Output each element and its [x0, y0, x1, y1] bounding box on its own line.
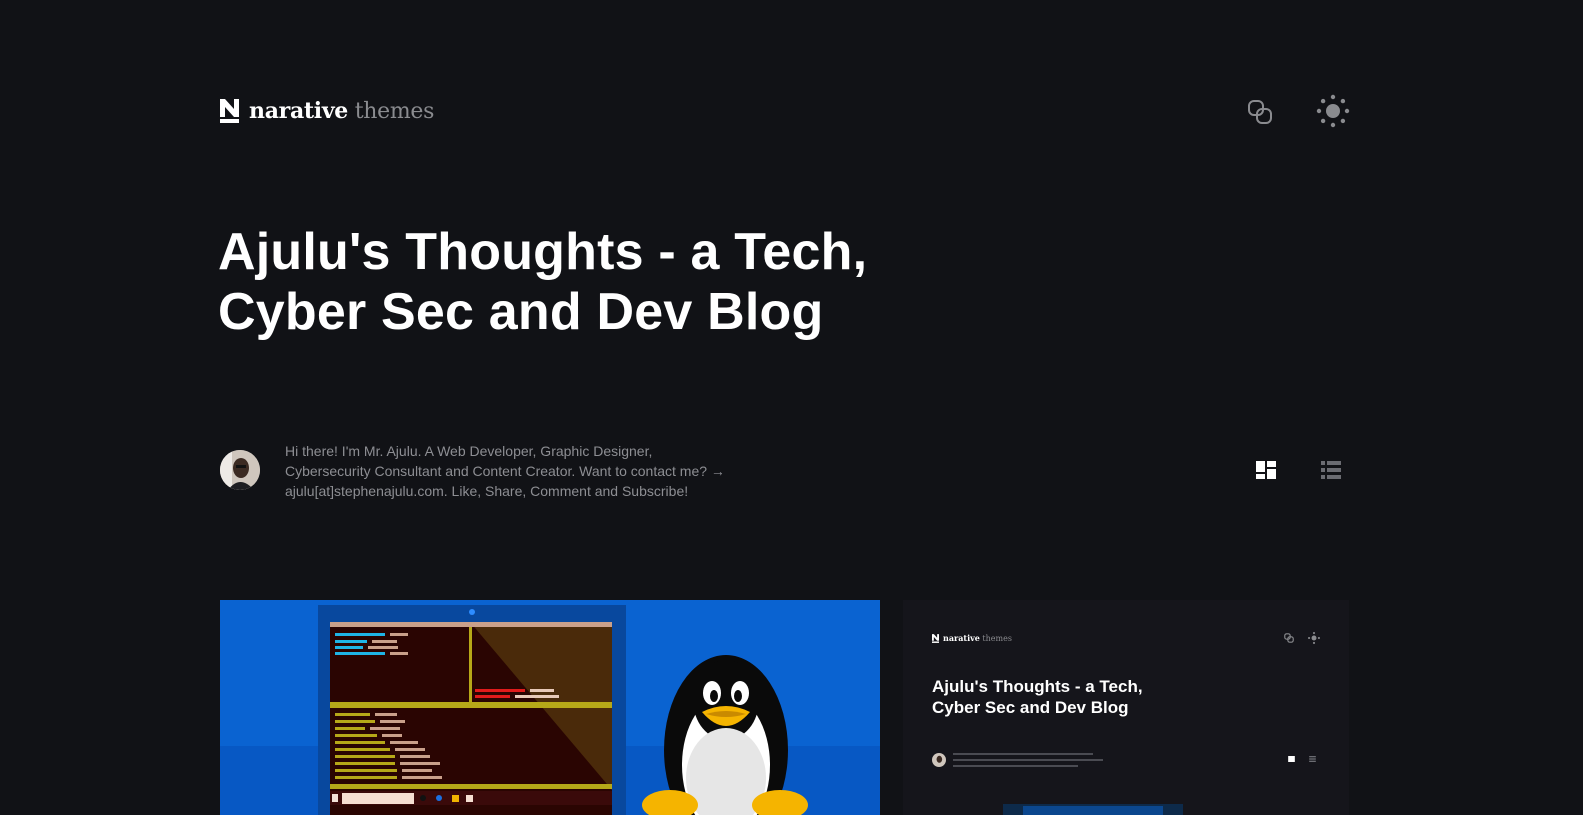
- link-icon: [1248, 100, 1272, 124]
- preview-bio-line: [953, 765, 1078, 767]
- theme-toggle-button[interactable]: [1313, 91, 1353, 131]
- grid-layout-icon: [1256, 461, 1276, 479]
- link-icon: [1284, 633, 1294, 643]
- narative-logo-icon: [220, 99, 239, 123]
- preview-logo-secondary: themes: [982, 634, 1012, 643]
- grid-layout-button[interactable]: [1254, 458, 1278, 482]
- page: narative themes Ajulu's Thoughts - a Tec…: [0, 0, 1583, 815]
- preview-title: Ajulu's Thoughts - a Tech, Cyber Sec and…: [932, 677, 1143, 717]
- logo-text: narative themes: [249, 98, 434, 124]
- preview-bio: [953, 753, 1103, 771]
- article-cover-image: [220, 600, 880, 815]
- copy-link-button[interactable]: [1240, 92, 1280, 132]
- preview-logo: narative themes: [932, 633, 1012, 643]
- preview-avatar: [932, 753, 946, 767]
- site-logo[interactable]: narative themes: [220, 96, 434, 126]
- narative-logo-icon: [932, 633, 939, 643]
- sun-icon: [1316, 94, 1350, 128]
- article-card[interactable]: narative themes Ajulu's Thoughts - a Tec…: [903, 600, 1349, 815]
- preview-logo-primary: narative: [943, 633, 980, 643]
- preview-bio-line: [953, 759, 1103, 761]
- sun-icon: [1308, 632, 1320, 644]
- logo-secondary-text: themes: [354, 99, 435, 124]
- preview-logo-text: narative themes: [943, 633, 1012, 643]
- list-layout-icon: [1309, 756, 1316, 762]
- article-card[interactable]: [220, 600, 880, 815]
- avatar-image-icon: [220, 450, 260, 490]
- page-title: Ajulu's Thoughts - a Tech, Cyber Sec and…: [218, 223, 868, 341]
- preview-bio-line: [953, 753, 1093, 755]
- preview-cover-strip: [1003, 804, 1183, 815]
- list-layout-button[interactable]: [1319, 458, 1343, 482]
- list-layout-icon: [1321, 461, 1341, 479]
- author-avatar[interactable]: [220, 450, 260, 490]
- logo-primary-text: narative: [249, 98, 348, 124]
- grid-layout-icon: [1288, 756, 1295, 762]
- author-bio: Hi there! I'm Mr. Ajulu. A Web Developer…: [285, 443, 725, 499]
